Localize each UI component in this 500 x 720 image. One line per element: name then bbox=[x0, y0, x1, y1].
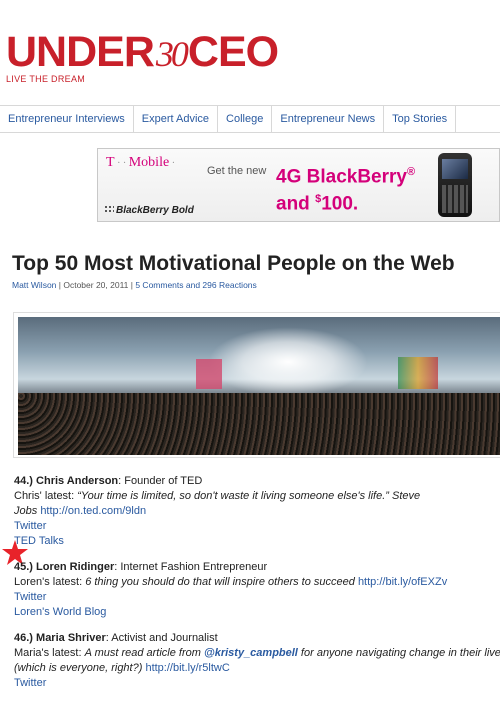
article-date: October 20, 2011 bbox=[63, 280, 129, 290]
phone-image bbox=[438, 153, 472, 217]
quote-link[interactable]: http://bit.ly/r5ltwC bbox=[145, 662, 229, 674]
article-meta: Matt Wilson | October 20, 2011 | 5 Comme… bbox=[12, 280, 257, 290]
person-name: Maria Shriver bbox=[36, 632, 106, 644]
quote-link[interactable]: http://on.ted.com/9ldn bbox=[40, 505, 146, 517]
nav-entrepreneur-news[interactable]: Entrepreneur News bbox=[272, 106, 385, 132]
article-photo-frame bbox=[13, 312, 500, 458]
list-item: 45.) Loren Ridinger: Internet Fashion En… bbox=[14, 561, 448, 618]
mention-link[interactable]: @kristy_campbell bbox=[204, 647, 298, 659]
ad-banner[interactable]: T · · Mobile · Get the new 4G BlackBerry… bbox=[97, 148, 500, 222]
entry-list: 44.) Chris Anderson: Founder of TED Chri… bbox=[14, 474, 500, 702]
person-name: Chris Anderson bbox=[36, 475, 119, 487]
ad-get-new-text: Get the new bbox=[207, 165, 267, 177]
person-name: Loren Ridinger bbox=[36, 561, 115, 573]
twitter-link[interactable]: Twitter bbox=[14, 677, 46, 689]
article-title: Top 50 Most Motivational People on the W… bbox=[12, 252, 455, 275]
logo-under: UNDER bbox=[6, 28, 155, 76]
main-nav: Entrepreneur Interviews Expert Advice Co… bbox=[0, 105, 500, 133]
twitter-link[interactable]: Twitter bbox=[14, 520, 46, 532]
logo-ceo: CEO bbox=[187, 28, 279, 76]
quote-link[interactable]: http://bit.ly/ofEXZv bbox=[358, 576, 447, 588]
article-photo bbox=[18, 317, 500, 455]
logo-thirty: 30 bbox=[155, 34, 189, 74]
nav-entrepreneur-interviews[interactable]: Entrepreneur Interviews bbox=[0, 106, 134, 132]
blackberry-icon bbox=[104, 205, 114, 214]
twitter-link[interactable]: Twitter bbox=[14, 591, 46, 603]
site-logo[interactable]: UNDER30CEO LIVE THE DREAM bbox=[6, 30, 296, 90]
blog-link[interactable]: Loren's World Blog bbox=[14, 606, 106, 618]
list-item: 46.) Maria Shriver: Activist and Journal… bbox=[14, 632, 500, 689]
nav-college[interactable]: College bbox=[218, 106, 273, 132]
ad-promo-text: 4G BlackBerry® and $100. bbox=[276, 166, 416, 215]
comments-link[interactable]: 5 Comments and 296 Reactions bbox=[135, 280, 256, 290]
ad-product-logo: BlackBerry Bold bbox=[104, 205, 194, 216]
author-link[interactable]: Matt Wilson bbox=[12, 280, 56, 290]
ad-carrier-logo: T · · Mobile · bbox=[106, 155, 176, 170]
list-item: 44.) Chris Anderson: Founder of TED Chri… bbox=[14, 475, 421, 547]
ted-talks-link[interactable]: TED Talks bbox=[14, 535, 64, 547]
nav-expert-advice[interactable]: Expert Advice bbox=[134, 106, 219, 132]
logo-wordmark: UNDER30CEO bbox=[6, 30, 296, 76]
nav-top-stories[interactable]: Top Stories bbox=[384, 106, 457, 132]
